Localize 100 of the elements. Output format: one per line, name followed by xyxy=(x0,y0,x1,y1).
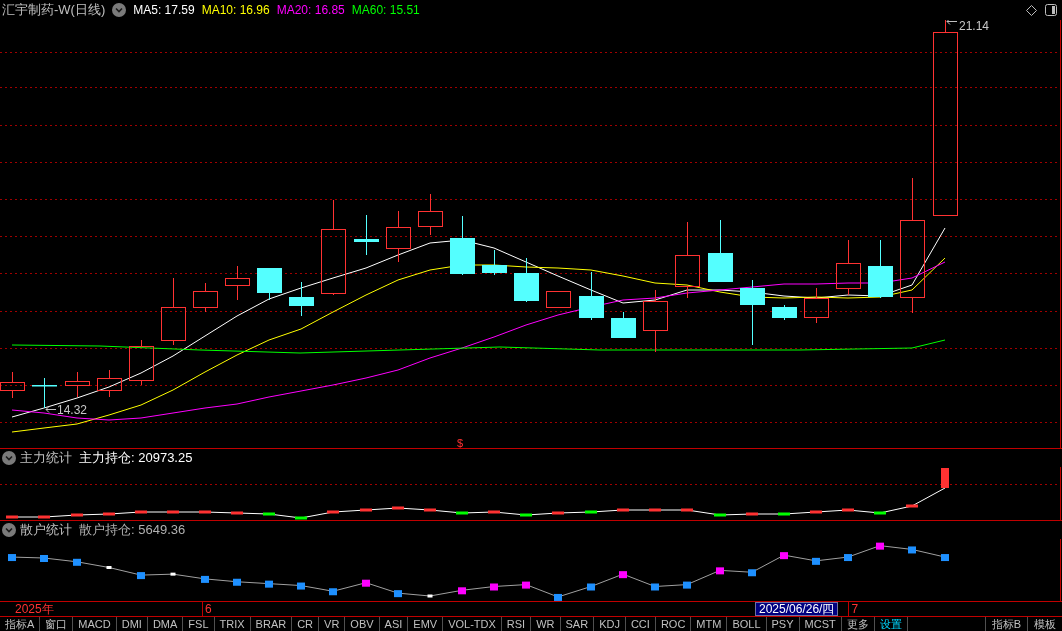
indicator-tab[interactable]: ROC xyxy=(655,617,692,631)
indicator-tab[interactable]: FSL xyxy=(183,617,215,631)
indicator-bar xyxy=(199,510,211,514)
indicator-bar xyxy=(746,512,758,516)
indicator-bar xyxy=(649,508,661,512)
indicator-marker xyxy=(362,579,370,587)
indicator-tab[interactable]: 指标B xyxy=(984,617,1027,631)
indicator-tab[interactable]: 窗口 xyxy=(40,617,74,631)
indicator-bar xyxy=(263,512,275,516)
indicator-tab[interactable]: VOL-TDX xyxy=(443,617,502,631)
indicator-bar xyxy=(617,508,629,512)
indicator-tab[interactable]: 模板 xyxy=(1027,617,1062,631)
candlestick xyxy=(257,268,282,301)
indicator-bar xyxy=(135,510,147,514)
indicator-bar xyxy=(906,504,918,508)
indicator-tab[interactable]: DMA xyxy=(147,617,184,631)
indicator-bar xyxy=(424,508,436,512)
indicator-tab[interactable]: 指标A xyxy=(0,617,41,631)
indicator-tab[interactable]: SAR xyxy=(560,617,595,631)
leader-arrow xyxy=(946,20,958,25)
indicator-marker xyxy=(137,572,145,580)
candlestick xyxy=(579,271,604,321)
panel-title: 散户统计 xyxy=(20,521,72,540)
indicator-marker xyxy=(941,554,949,562)
indicator-marker xyxy=(716,567,724,575)
candlestick xyxy=(643,289,668,353)
month-label: 6 xyxy=(205,602,212,616)
low-price-label: 14.32 xyxy=(57,403,88,417)
candlestick xyxy=(418,193,443,236)
candlestick xyxy=(0,371,25,399)
indicator-marker xyxy=(780,552,788,560)
indicator-marker xyxy=(201,575,209,583)
indicator-marker xyxy=(427,594,433,598)
year-label: 2025年 xyxy=(15,602,54,616)
candlestick xyxy=(708,219,733,282)
indicator-tab[interactable]: VR xyxy=(319,617,346,631)
indicator-tab[interactable]: MCST xyxy=(799,617,842,631)
indicator-marker xyxy=(554,593,562,601)
indicator-tab[interactable]: BOLL xyxy=(727,617,767,631)
indicator-bar xyxy=(392,506,404,510)
indicator-bar xyxy=(941,468,949,488)
indicator-bar xyxy=(714,513,726,517)
indicator-tab[interactable]: BRAR xyxy=(250,617,293,631)
indicator-marker xyxy=(73,558,81,566)
indicator-marker xyxy=(812,557,820,565)
panel-toggle-icon[interactable] xyxy=(1045,4,1057,16)
indicator-marker xyxy=(490,583,498,591)
indicator-bar xyxy=(810,510,822,514)
holding-reading: 散户持仓: 5649.36 xyxy=(79,521,186,540)
indicator-bar xyxy=(327,510,339,514)
indicator-bar xyxy=(71,513,83,517)
indicator-tab[interactable]: CR xyxy=(292,617,320,631)
candlestick xyxy=(225,265,250,301)
chevron-down-icon[interactable] xyxy=(112,3,127,17)
indicator-tab[interactable]: TRIX xyxy=(214,617,251,631)
candlestick xyxy=(482,249,507,276)
indicator-tab[interactable]: MACD xyxy=(73,617,117,631)
candlestick xyxy=(129,339,154,386)
ma-reading: MA5: 17.59 xyxy=(133,2,195,19)
candlestick xyxy=(514,257,539,303)
chevron-down-icon[interactable] xyxy=(2,523,16,537)
indicator-bar xyxy=(231,511,243,515)
indicator-bar xyxy=(360,508,372,512)
indicator-marker xyxy=(329,588,337,596)
indicator-tab[interactable]: KDJ xyxy=(594,617,626,631)
leader-arrow xyxy=(45,406,57,413)
indicator-tab[interactable]: CCI xyxy=(625,617,656,631)
candlestick xyxy=(836,239,861,296)
indicator-tab[interactable]: OBV xyxy=(345,617,380,631)
indicator-tab[interactable]: 设置 xyxy=(874,617,908,631)
indicator-bar xyxy=(778,512,790,516)
high-price-label: 21.14 xyxy=(959,20,990,33)
indicator-bar xyxy=(842,508,854,512)
chevron-down-icon[interactable] xyxy=(2,451,16,465)
indicator-marker xyxy=(587,583,595,591)
diamond-icon[interactable] xyxy=(1026,4,1037,16)
indicator-tab[interactable]: PSY xyxy=(766,617,800,631)
indicator-marker xyxy=(265,580,273,588)
indicator-tab[interactable]: 更多 xyxy=(841,617,875,631)
indicator-bar xyxy=(103,512,115,516)
indicator-tab[interactable]: RSI xyxy=(501,617,532,631)
indicator-marker xyxy=(908,546,916,554)
indicator-tab[interactable]: MTM xyxy=(691,617,728,631)
cursor-date: 2025/06/26/四 xyxy=(755,602,839,616)
month-label: 7 xyxy=(851,602,859,616)
indicator-tab[interactable]: WR xyxy=(531,617,561,631)
candlestick xyxy=(450,215,475,276)
indicator-tab[interactable]: DMI xyxy=(116,617,148,631)
indicator-tab[interactable]: ASI xyxy=(379,617,409,631)
indicator-marker xyxy=(170,572,176,576)
candlestick xyxy=(740,279,765,346)
indicator-bar xyxy=(167,510,179,514)
candlestick xyxy=(289,281,314,317)
indicator-marker xyxy=(748,569,756,577)
ma-reading: MA60: 15.51 xyxy=(351,2,420,19)
indicator-bar xyxy=(295,516,307,520)
indicator-marker xyxy=(522,581,530,589)
indicator-tab[interactable]: EMV xyxy=(408,617,444,631)
indicator-marker xyxy=(619,571,627,579)
indicator-bar xyxy=(552,511,564,515)
